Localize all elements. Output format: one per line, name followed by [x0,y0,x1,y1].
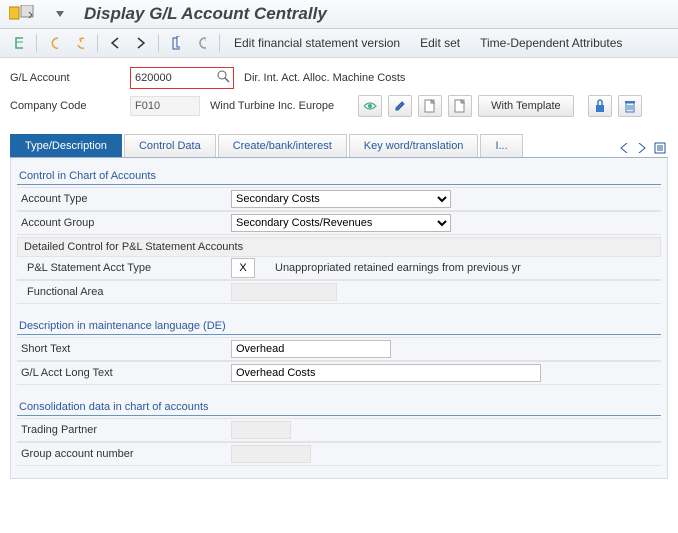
dropdown-icon[interactable] [46,4,74,24]
group-control-coa: Control in Chart of Accounts Account Typ… [17,170,661,304]
short-text-label: Short Text [17,343,231,355]
edit-icon[interactable] [388,95,412,117]
tab-information[interactable]: I... [480,134,522,157]
tab-key-word-translation[interactable]: Key word/translation [349,134,479,157]
group-divider [17,334,661,335]
pnl-type-code-input[interactable] [231,258,255,278]
account-group-select[interactable]: Secondary Costs/Revenues [231,214,451,232]
account-type-label: Account Type [17,193,231,205]
company-code-label: Company Code [10,100,130,112]
prev-icon[interactable] [104,33,126,53]
view-icon[interactable] [8,33,30,53]
delete-icon[interactable] [618,95,642,117]
group-description: Description in maintenance language (DE)… [17,320,661,385]
group-divider [17,415,661,416]
group-consolidation: Consolidation data in chart of accounts … [17,401,661,466]
lock-icon[interactable] [588,95,612,117]
short-text-input[interactable] [231,340,391,358]
tab-type-description[interactable]: Type/Description [10,134,122,157]
edit-fsv-link[interactable]: Edit financial statement version [226,36,408,50]
separator [97,34,98,52]
pnl-type-desc: Unappropriated retained earnings from pr… [275,262,521,274]
trading-partner-input [231,421,291,439]
new-doc-icon[interactable] [418,95,442,117]
company-code-desc: Wind Turbine Inc. Europe [210,100,334,112]
group-account-number-input [231,445,311,463]
redo-icon[interactable] [69,33,91,53]
pnl-type-label: P&L Statement Acct Type [23,262,231,274]
other-object-icon[interactable] [191,33,213,53]
gl-account-input[interactable]: 620000 [130,67,234,89]
gl-account-desc: Dir. Int. Act. Alloc. Machine Costs [244,72,405,84]
separator [36,34,37,52]
account-group-label: Account Group [17,217,231,229]
page-title: Display G/L Account Centrally [84,4,327,24]
app-icon [8,4,36,24]
tab-scroll-right-icon[interactable] [634,139,650,157]
group-title: Consolidation data in chart of accounts [17,401,661,413]
toolbar: Edit financial statement version Edit se… [0,29,678,58]
search-icon[interactable] [217,70,231,84]
title-bar: Display G/L Account Centrally [0,0,678,29]
group-account-number-label: Group account number [17,448,231,460]
sub-group-title: Detailed Control for P&L Statement Accou… [17,237,661,256]
next-icon[interactable] [130,33,152,53]
gl-account-value: 620000 [135,72,172,84]
tab-content: Control in Chart of Accounts Account Typ… [10,158,668,479]
trading-partner-label: Trading Partner [17,424,231,436]
tab-control-data[interactable]: Control Data [124,134,216,157]
undo-icon[interactable] [43,33,65,53]
functional-area-label: Functional Area [23,286,231,298]
tab-list-icon[interactable] [652,139,668,157]
tab-strip: Type/Description Control Data Create/ban… [10,134,668,158]
display-icon[interactable] [358,95,382,117]
tab-scroll-left-icon[interactable] [616,139,632,157]
separator [219,34,220,52]
group-title: Control in Chart of Accounts [17,170,661,182]
with-template-button[interactable]: With Template [478,95,574,117]
gl-account-label: G/L Account [10,72,130,84]
display-change-icon[interactable] [165,33,187,53]
group-divider [17,184,661,185]
group-title: Description in maintenance language (DE) [17,320,661,332]
company-code-value: F010 [130,96,200,116]
long-text-input[interactable] [231,364,541,382]
account-type-select[interactable]: Secondary Costs [231,190,451,208]
tda-link[interactable]: Time-Dependent Attributes [472,36,630,50]
new-doc-2-icon[interactable] [448,95,472,117]
long-text-label: G/L Acct Long Text [17,367,231,379]
functional-area-input [231,283,337,301]
tab-create-bank-interest[interactable]: Create/bank/interest [218,134,347,157]
header-area: G/L Account 620000 Dir. Int. Act. Alloc.… [0,58,678,128]
edit-set-link[interactable]: Edit set [412,36,468,50]
separator [158,34,159,52]
